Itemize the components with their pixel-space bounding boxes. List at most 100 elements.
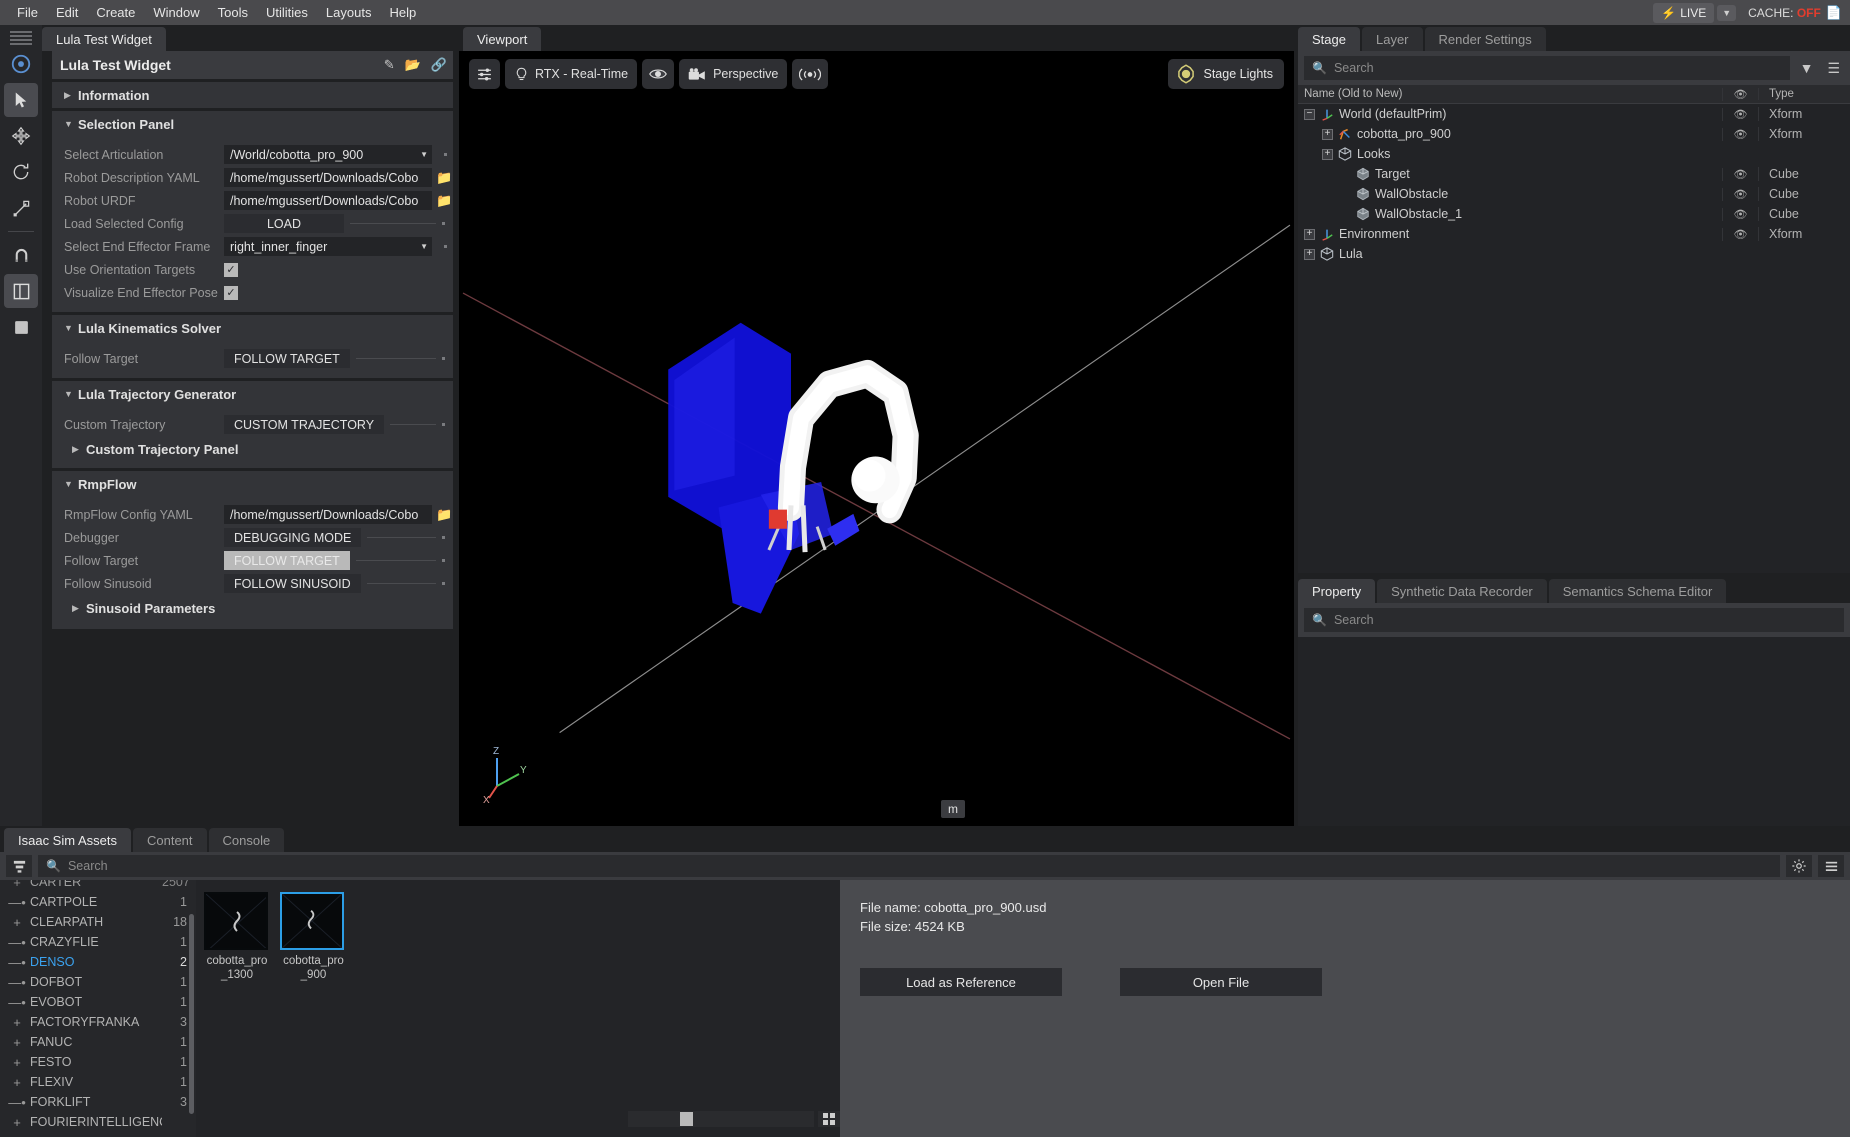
tab-lula-test-widget[interactable]: Lula Test Widget bbox=[42, 27, 166, 51]
property-search-input[interactable]: 🔍 Search bbox=[1304, 608, 1844, 632]
expander-plus-icon[interactable]: + bbox=[4, 1035, 30, 1050]
filter-tree-icon[interactable] bbox=[6, 855, 32, 877]
expander-plus-icon[interactable]: + bbox=[4, 1015, 30, 1030]
filter-icon[interactable]: ▼ bbox=[1796, 60, 1818, 76]
row-reset-dot[interactable] bbox=[442, 423, 445, 426]
visibility-icon[interactable]: 👁 bbox=[1722, 208, 1758, 221]
menu-item-create[interactable]: Create bbox=[87, 3, 144, 22]
tab-console[interactable]: Console bbox=[209, 828, 285, 852]
expander-plus-icon[interactable]: + bbox=[4, 915, 30, 930]
rmpflow-follow-target-button[interactable]: FOLLOW TARGET bbox=[224, 551, 350, 570]
asset-thumbnail-selected[interactable] bbox=[280, 892, 344, 950]
follow-sinusoid-button[interactable]: FOLLOW SINUSOID bbox=[224, 574, 361, 593]
category-fourierintelligence[interactable]: + FOURIERINTELLIGENC bbox=[0, 1112, 196, 1132]
toolbar-drag-handle[interactable] bbox=[10, 31, 32, 45]
category-fanuc[interactable]: + FANUC 1 bbox=[0, 1032, 196, 1052]
tab-isaac-sim-assets[interactable]: Isaac Sim Assets bbox=[4, 828, 131, 852]
rotate-tool-button[interactable] bbox=[4, 155, 38, 189]
load-button[interactable]: LOAD bbox=[224, 214, 344, 233]
category-franka[interactable]: + FRANKA 33 bbox=[0, 1132, 196, 1137]
thumbnail-size-slider[interactable] bbox=[628, 1111, 814, 1127]
column-header-name[interactable]: Name (Old to New) bbox=[1298, 88, 1722, 100]
kinematics-follow-target-button[interactable]: FOLLOW TARGET bbox=[224, 349, 350, 368]
section-lula-trajectory-generator-header[interactable]: ▼ Lula Trajectory Generator bbox=[52, 381, 453, 407]
column-header-type[interactable]: Type bbox=[1758, 88, 1850, 100]
magnet-snap-button[interactable] bbox=[4, 238, 38, 272]
lula-widget-scroll[interactable]: Lula Test Widget ✎ 📂 🔗 ▶ Information bbox=[42, 51, 459, 826]
robot-urdf-input[interactable]: /home/mgussert/Downloads/Cobo bbox=[224, 191, 432, 210]
section-selection-panel-header[interactable]: ▼ Selection Panel bbox=[52, 111, 453, 137]
assets-grid[interactable]: cobotta_pro_1300 cobotta_pro_900 bbox=[196, 880, 840, 1137]
row-reset-dot[interactable] bbox=[444, 153, 447, 156]
select-articulation-dropdown[interactable]: /World/cobotta_pro_900 ▼ bbox=[224, 145, 432, 164]
menu-item-utilities[interactable]: Utilities bbox=[257, 3, 317, 22]
tab-render-settings[interactable]: Render Settings bbox=[1425, 27, 1546, 51]
stage-search-input[interactable]: 🔍 Search bbox=[1304, 56, 1790, 80]
tab-layer[interactable]: Layer bbox=[1362, 27, 1423, 51]
viewport-settings-button[interactable] bbox=[469, 59, 500, 89]
menu-item-file[interactable]: File bbox=[8, 3, 47, 22]
category-scrollbar[interactable] bbox=[189, 914, 194, 1114]
asset-thumb-cobotta-pro-900[interactable]: cobotta_pro_900 bbox=[280, 892, 346, 982]
visibility-icon[interactable]: 👁 bbox=[1722, 228, 1758, 241]
row-reset-dot[interactable] bbox=[442, 222, 445, 225]
section-information-header[interactable]: ▶ Information bbox=[52, 82, 453, 108]
stage-row-lula[interactable]: + Lula bbox=[1298, 244, 1850, 264]
category-cartpole[interactable]: —• CARTPOLE 1 bbox=[0, 892, 196, 912]
section-rmpflow-header[interactable]: ▼ RmpFlow bbox=[52, 471, 453, 497]
category-denso[interactable]: —• DENSO 2 bbox=[0, 952, 196, 972]
end-effector-frame-dropdown[interactable]: right_inner_finger ▼ bbox=[224, 237, 432, 256]
expander-minus-icon[interactable]: − bbox=[1304, 109, 1315, 120]
camera-selector-button[interactable]: Perspective bbox=[679, 59, 787, 89]
category-crazyflie[interactable]: —• CRAZYFLIE 1 bbox=[0, 932, 196, 952]
visibility-icon[interactable]: 👁 bbox=[1722, 128, 1758, 141]
tab-semantics-schema-editor[interactable]: Semantics Schema Editor bbox=[1549, 579, 1727, 603]
category-dofbot[interactable]: —• DOFBOT 1 bbox=[0, 972, 196, 992]
visibility-icon[interactable]: 👁 bbox=[1722, 168, 1758, 181]
menu-item-help[interactable]: Help bbox=[380, 3, 425, 22]
category-clearpath[interactable]: + CLEARPATH 18 bbox=[0, 912, 196, 932]
asset-thumb-cobotta-pro-1300[interactable]: cobotta_pro_1300 bbox=[204, 892, 270, 982]
category-festo[interactable]: + FESTO 1 bbox=[0, 1052, 196, 1072]
play-stop-tool-button[interactable] bbox=[4, 47, 38, 81]
rmpflow-config-yaml-input[interactable]: /home/mgussert/Downloads/Cobo bbox=[224, 505, 432, 524]
category-flexiv[interactable]: + FLEXIV 1 bbox=[0, 1072, 196, 1092]
folder-browse-icon[interactable]: 📁 bbox=[436, 507, 452, 523]
menu-item-window[interactable]: Window bbox=[144, 3, 208, 22]
tab-viewport[interactable]: Viewport bbox=[463, 27, 541, 51]
tab-synthetic-data-recorder[interactable]: Synthetic Data Recorder bbox=[1377, 579, 1547, 603]
use-orientation-targets-checkbox[interactable]: ✓ bbox=[224, 263, 238, 277]
tab-content[interactable]: Content bbox=[133, 828, 207, 852]
stage-tree[interactable]: − World (defaultPrim) 👁 Xform + cobotta_… bbox=[1298, 104, 1850, 573]
panel-layout-button[interactable] bbox=[4, 274, 38, 308]
settings-gear-icon[interactable] bbox=[1786, 855, 1812, 877]
stage-row-world[interactable]: − World (defaultPrim) 👁 Xform bbox=[1298, 104, 1850, 124]
load-as-reference-button[interactable]: Load as Reference bbox=[860, 968, 1062, 996]
stage-row-looks[interactable]: + Looks bbox=[1298, 144, 1850, 164]
open-file-button[interactable]: Open File bbox=[1120, 968, 1322, 996]
expander-plus-icon[interactable]: + bbox=[4, 1075, 30, 1090]
chevron-down-icon[interactable]: ▼ bbox=[1717, 5, 1736, 21]
asset-thumbnail[interactable] bbox=[204, 892, 268, 950]
slider-knob[interactable] bbox=[680, 1112, 693, 1126]
row-reset-dot[interactable] bbox=[442, 582, 445, 585]
row-reset-dot[interactable] bbox=[442, 559, 445, 562]
visibility-icon[interactable]: 👁 bbox=[1722, 108, 1758, 121]
list-view-icon[interactable] bbox=[1818, 855, 1844, 877]
section-lula-kinematics-solver-header[interactable]: ▼ Lula Kinematics Solver bbox=[52, 315, 453, 341]
custom-trajectory-button[interactable]: CUSTOM TRAJECTORY bbox=[224, 415, 384, 434]
scale-tool-button[interactable] bbox=[4, 191, 38, 225]
assets-category-tree[interactable]: + CARTER 2507 —• CARTPOLE 1 + CLEARPATH … bbox=[0, 880, 196, 1137]
viewport-3d-canvas[interactable]: RTX - Real-Time bbox=[459, 51, 1294, 826]
select-tool-button[interactable] bbox=[4, 83, 38, 117]
visibility-toggle-button[interactable] bbox=[642, 59, 674, 89]
menu-item-tools[interactable]: Tools bbox=[209, 3, 257, 22]
grid-view-toggle-icon[interactable] bbox=[818, 1111, 840, 1127]
folder-open-icon[interactable]: 📂 bbox=[405, 57, 421, 73]
robot-description-yaml-input[interactable]: /home/mgussert/Downloads/Cobo bbox=[224, 168, 432, 187]
tab-stage[interactable]: Stage bbox=[1298, 27, 1360, 51]
renderer-selector-button[interactable]: RTX - Real-Time bbox=[505, 59, 637, 89]
expander-plus-icon[interactable]: + bbox=[1322, 149, 1333, 160]
expander-plus-icon[interactable]: + bbox=[4, 1115, 30, 1130]
visualize-end-effector-pose-checkbox[interactable]: ✓ bbox=[224, 286, 238, 300]
